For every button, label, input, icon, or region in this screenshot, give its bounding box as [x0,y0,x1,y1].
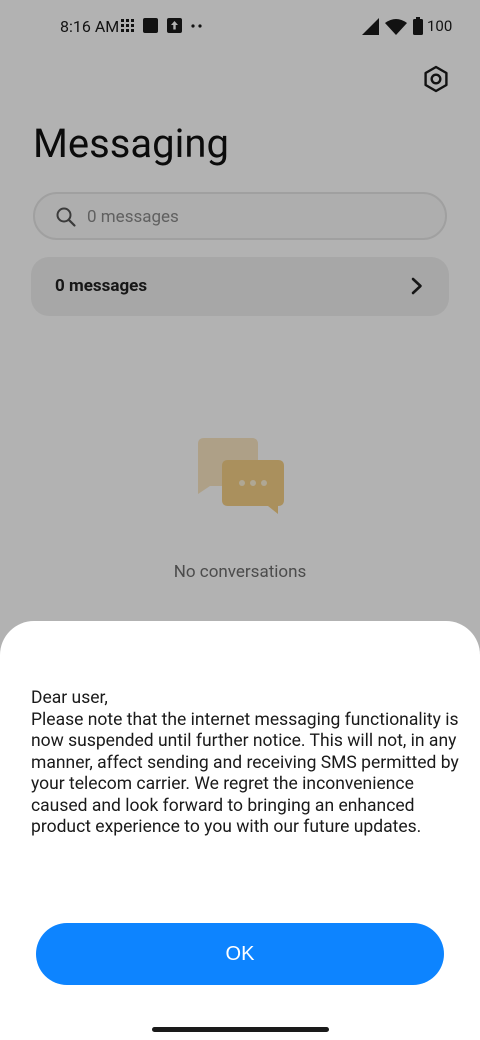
notice-message: Dear user, Please note that the internet… [31,688,459,837]
notice-bottom-sheet: Dear user, Please note that the internet… [0,621,480,1040]
ok-button[interactable]: OK [36,923,444,985]
home-indicator[interactable] [152,1027,329,1032]
